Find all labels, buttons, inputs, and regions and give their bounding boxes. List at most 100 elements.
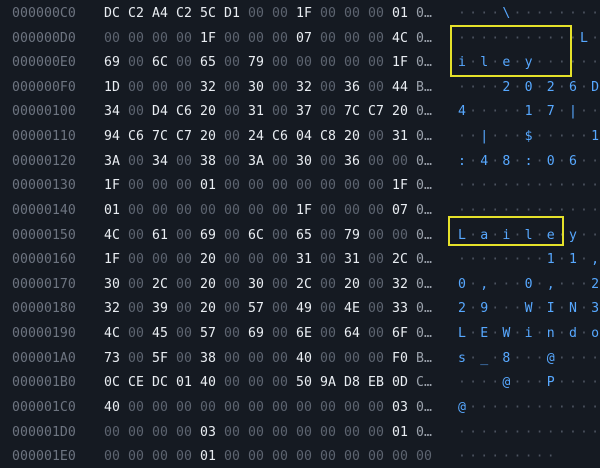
hex-byte[interactable]: 01 [104,199,128,223]
hex-byte[interactable]: 0D [392,371,416,395]
hex-byte[interactable]: 20 [200,125,224,149]
hex-byte[interactable]: 20 [200,100,224,124]
hex-byte[interactable]: 4C [392,27,416,51]
hex-byte[interactable]: 00 [368,199,392,223]
hex-row[interactable]: 00000180 32 00 39 00 20 00 57 00 49 00 4E 00 33 0… 2 · 9 ·… [0,297,600,321]
hex-byte[interactable]: 00 [272,297,296,321]
hex-byte[interactable]: 01 [200,174,224,198]
hex-byte[interactable]: 00 [272,2,296,26]
hex-byte[interactable]: 07 [392,199,416,223]
hex-byte[interactable]: 00 [152,174,176,198]
hex-byte[interactable]: 3A [248,150,272,174]
hex-row[interactable]: 00000130 1F 00 00 00 01 00 00 00 00 00 00 00 1F 0… · · · ·… [0,174,600,198]
hex-byte[interactable]: 00 [128,445,152,468]
hex-byte[interactable]: 24 [248,125,272,149]
hex-byte[interactable]: 0… [416,248,436,272]
hex-byte[interactable]: 00 [152,76,176,100]
hex-byte[interactable]: 00 [224,76,248,100]
hex-row[interactable]: 000001C0 40 00 00 00 00 00 00 00 00 00 00 00 03 0… @ · · ·… [0,396,600,420]
hex-byte[interactable]: 00 [176,174,200,198]
hex-byte[interactable]: 00 [392,224,416,248]
hex-byte[interactable]: 00 [128,297,152,321]
hex-byte[interactable]: 00 [272,150,296,174]
hex-byte[interactable]: 00 [392,445,416,468]
hex-byte[interactable]: 07 [296,27,320,51]
hex-byte[interactable]: A4 [152,2,176,26]
hex-byte[interactable]: 00 [176,421,200,445]
hex-byte[interactable]: 2C [296,273,320,297]
hex-byte[interactable]: 00 [272,421,296,445]
hex-byte[interactable]: 1F [392,51,416,75]
hex-byte[interactable]: 00 [176,150,200,174]
hex-byte[interactable]: 9A [320,371,344,395]
hex-byte[interactable]: 00 [152,27,176,51]
hex-byte[interactable]: D4 [152,100,176,124]
hex-byte[interactable]: 0… [416,2,436,26]
hex-byte[interactable]: 0… [416,51,436,75]
hex-byte[interactable]: 00 [224,322,248,346]
hex-byte[interactable]: 0… [416,421,436,445]
hex-byte[interactable]: 00 [104,421,128,445]
hex-byte[interactable]: 32 [200,76,224,100]
hex-byte[interactable]: 00 [176,322,200,346]
hex-byte[interactable]: 00 [224,297,248,321]
hex-byte[interactable]: 65 [200,51,224,75]
hex-byte[interactable]: 00 [224,273,248,297]
hex-byte[interactable]: C2 [176,2,200,26]
hex-byte[interactable]: 00 [416,445,440,468]
hex-byte[interactable]: 00 [296,396,320,420]
hex-byte[interactable]: 38 [200,150,224,174]
hex-byte[interactable]: 20 [200,297,224,321]
hex-byte[interactable]: 00 [224,421,248,445]
hex-byte[interactable]: 00 [344,347,368,371]
hex-byte[interactable]: 7C [152,125,176,149]
hex-byte[interactable]: 00 [128,396,152,420]
hex-byte[interactable]: D1 [224,2,248,26]
hex-byte[interactable]: 00 [272,273,296,297]
hex-byte[interactable]: 00 [200,199,224,223]
hex-byte[interactable]: 00 [320,199,344,223]
hex-byte[interactable]: 00 [248,2,272,26]
hex-byte[interactable]: 00 [176,76,200,100]
hex-byte[interactable]: 00 [368,347,392,371]
hex-row[interactable]: 00000150 4C 00 61 00 69 00 6C 00 65 00 79 00 00 0… L · a ·… [0,224,600,248]
hex-byte[interactable]: 00 [320,2,344,26]
hex-byte[interactable]: 00 [224,27,248,51]
hex-byte[interactable]: 45 [152,322,176,346]
hex-byte[interactable]: C6 [272,125,296,149]
hex-byte[interactable]: 00 [344,445,368,468]
hex-byte[interactable]: 00 [272,396,296,420]
hex-byte[interactable]: 6E [296,322,320,346]
hex-byte[interactable]: 00 [344,421,368,445]
hex-byte[interactable]: 79 [248,51,272,75]
hex-byte[interactable]: 30 [296,150,320,174]
hex-byte[interactable]: 00 [176,51,200,75]
hex-row[interactable]: 00000160 1F 00 00 00 20 00 00 00 31 00 31 00 2C 0… · · · ·… [0,248,600,272]
hex-byte[interactable]: 00 [296,445,320,468]
hex-byte[interactable]: 00 [344,199,368,223]
hex-byte[interactable]: 00 [224,248,248,272]
hex-byte[interactable]: 34 [152,150,176,174]
hex-byte[interactable]: 00 [272,76,296,100]
hex-byte[interactable]: 00 [224,100,248,124]
hex-byte[interactable]: 00 [320,224,344,248]
hex-byte[interactable]: DC [104,2,128,26]
hex-byte[interactable]: 64 [344,322,368,346]
hex-byte[interactable]: 40 [104,396,128,420]
hex-byte[interactable]: 0C [104,371,128,395]
hex-byte[interactable]: 6C [248,224,272,248]
hex-byte[interactable]: 39 [152,297,176,321]
hex-byte[interactable]: 00 [344,27,368,51]
hex-byte[interactable]: 0… [416,125,436,149]
hex-byte[interactable]: 00 [272,322,296,346]
hex-byte[interactable]: 00 [320,174,344,198]
hex-byte[interactable]: 32 [104,297,128,321]
hex-byte[interactable]: 00 [176,199,200,223]
hex-byte[interactable]: 31 [296,248,320,272]
hex-byte[interactable]: 30 [248,76,272,100]
hex-row[interactable]: 000000D0 00 00 00 00 1F 00 00 00 07 00 00 00 4C 0… · · · ·… [0,27,600,51]
hex-byte[interactable]: 00 [128,150,152,174]
hex-byte[interactable]: 00 [176,445,200,468]
hex-byte[interactable]: 00 [248,347,272,371]
hex-byte[interactable]: 00 [368,322,392,346]
